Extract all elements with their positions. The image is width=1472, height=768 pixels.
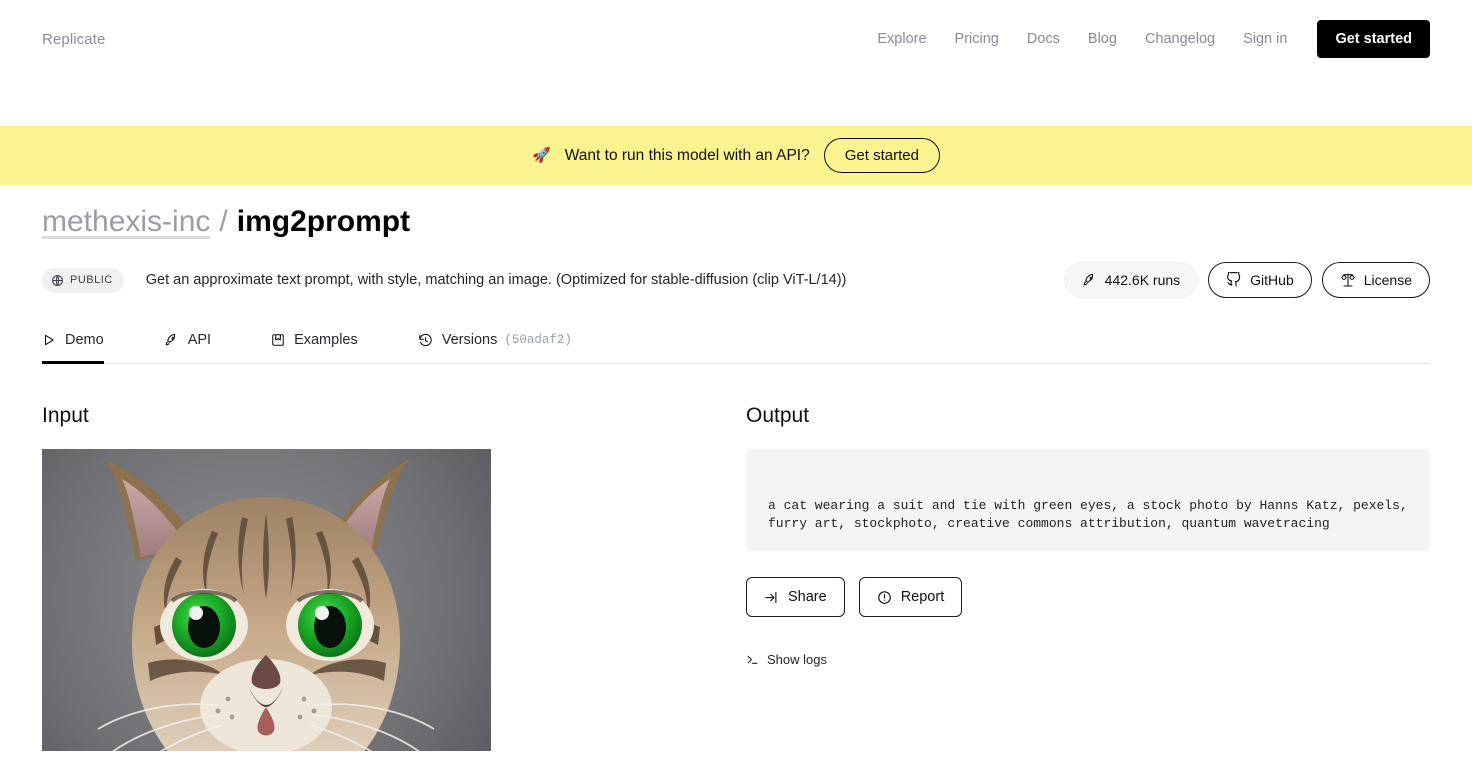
input-heading: Input <box>42 404 89 427</box>
visibility-badge: PUBLIC <box>42 267 124 293</box>
github-label: GitHub <box>1250 272 1294 288</box>
tab-bar: Demo API Examples Versions (50adaf2) <box>42 332 1430 364</box>
runs-badge: 442.6K runs <box>1063 262 1199 298</box>
scales-icon <box>1340 272 1356 288</box>
tab-demo-label: Demo <box>65 332 104 348</box>
cat-illustration <box>42 449 491 751</box>
nav-link-blog[interactable]: Blog <box>1074 31 1131 47</box>
share-arrow-icon <box>764 590 779 605</box>
tab-versions-label: Versions <box>441 332 498 348</box>
replicate-logo[interactable]: Replicate <box>42 31 105 48</box>
output-prompt-text: a cat wearing a suit and tie with green … <box>768 498 1416 531</box>
tab-examples-label: Examples <box>294 332 358 348</box>
nav-link-pricing[interactable]: Pricing <box>941 31 1013 47</box>
tab-versions[interactable]: Versions (50adaf2) <box>418 332 572 364</box>
tab-api[interactable]: API <box>164 332 211 364</box>
show-logs-toggle[interactable]: Show logs <box>746 652 827 667</box>
version-hash: (50adaf2) <box>504 333 572 347</box>
nav-link-docs[interactable]: Docs <box>1013 31 1074 47</box>
share-button[interactable]: Share <box>746 577 845 617</box>
bookmark-icon <box>271 333 285 347</box>
github-button[interactable]: GitHub <box>1208 262 1312 298</box>
api-promo-banner: 🚀 Want to run this model with an API? Ge… <box>0 126 1472 185</box>
model-actions: 442.6K runs GitHub License <box>1063 262 1430 298</box>
runs-count: 442.6K runs <box>1104 272 1181 288</box>
model-title: methexis-inc / img2prompt <box>42 185 1430 239</box>
tab-examples[interactable]: Examples <box>271 332 358 364</box>
banner-get-started-button[interactable]: Get started <box>823 138 940 173</box>
model-name: img2prompt <box>236 205 411 238</box>
nav-link-changelog[interactable]: Changelog <box>1131 31 1229 47</box>
top-navigation-bar: Replicate Explore Pricing Docs Blog Chan… <box>0 0 1472 78</box>
history-icon <box>418 333 433 348</box>
nav-links-group: Explore Pricing Docs Blog Changelog Sign… <box>863 20 1430 58</box>
play-icon <box>42 333 56 347</box>
output-actions: Share Report <box>746 577 1430 617</box>
title-separator: / <box>219 205 228 238</box>
output-pane: Output a cat wearing a suit and tie with… <box>746 404 1430 751</box>
tab-demo[interactable]: Demo <box>42 332 104 364</box>
output-heading: Output <box>746 404 810 427</box>
get-started-button[interactable]: Get started <box>1317 20 1430 58</box>
rocket-icon <box>1082 273 1097 288</box>
rocket-icon: 🚀 <box>532 147 551 164</box>
globe-icon <box>51 274 64 287</box>
share-label: Share <box>788 589 827 605</box>
alert-circle-icon <box>877 590 892 605</box>
nav-link-explore[interactable]: Explore <box>863 31 940 47</box>
visibility-label: PUBLIC <box>70 274 113 286</box>
report-button[interactable]: Report <box>858 577 963 617</box>
show-logs-label: Show logs <box>767 652 827 667</box>
report-label: Report <box>900 589 945 605</box>
model-meta-row: PUBLIC Get an approximate text prompt, w… <box>42 262 1430 298</box>
license-label: License <box>1363 272 1412 288</box>
demo-panes: Input Output a cat wearing a suit and ti… <box>42 404 1430 751</box>
main-content: methexis-inc / img2prompt PUBLIC Get an … <box>0 185 1472 751</box>
output-result-box: a cat wearing a suit and tie with green … <box>746 449 1430 551</box>
banner-message: Want to run this model with an API? <box>564 146 810 164</box>
model-description: Get an approximate text prompt, with sty… <box>145 272 847 288</box>
rocket-icon <box>164 333 179 348</box>
terminal-icon <box>746 653 759 666</box>
tab-api-label: API <box>187 332 212 348</box>
input-pane: Input <box>42 404 746 751</box>
nav-link-sign-in[interactable]: Sign in <box>1229 31 1301 47</box>
license-button[interactable]: License <box>1321 262 1430 298</box>
page-root: Replicate Explore Pricing Docs Blog Chan… <box>0 0 1472 768</box>
model-owner-link[interactable]: methexis-inc <box>42 205 210 239</box>
input-image[interactable] <box>42 449 491 751</box>
github-icon <box>1226 272 1242 288</box>
